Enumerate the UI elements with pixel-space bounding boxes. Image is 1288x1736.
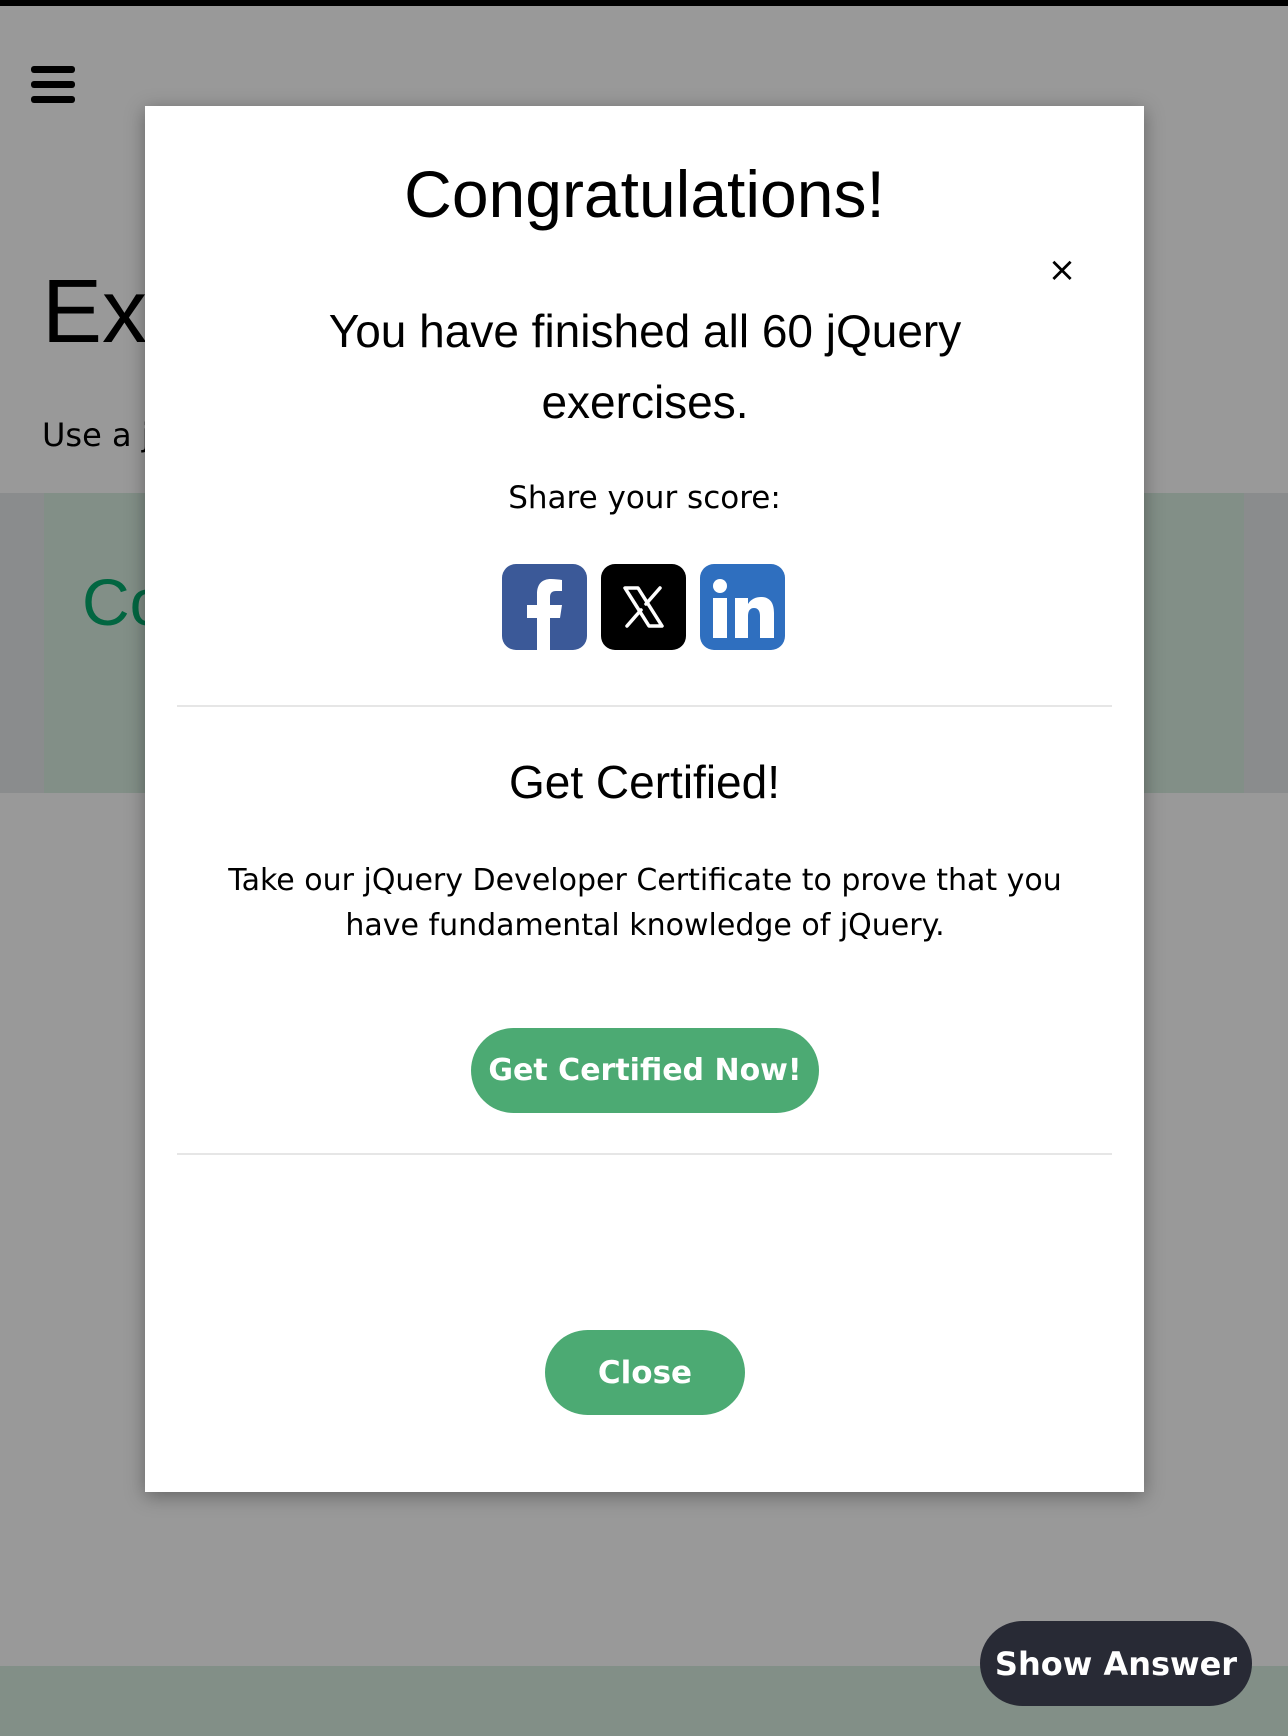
x-twitter-icon[interactable] <box>601 564 686 650</box>
divider <box>177 705 1112 707</box>
close-x-icon[interactable]: × <box>1042 250 1082 290</box>
congratulations-modal: Congratulations! × You have finished all… <box>145 106 1144 1492</box>
share-label: Share your score: <box>508 480 781 516</box>
divider <box>177 1153 1112 1155</box>
certificate-title: Get Certified! <box>509 756 780 808</box>
facebook-icon[interactable] <box>502 564 587 650</box>
linkedin-icon[interactable] <box>700 564 785 650</box>
share-buttons <box>502 564 785 652</box>
get-certified-button[interactable]: Get Certified Now! <box>471 1028 819 1113</box>
certificate-description: Take our jQuery Developer Certificate to… <box>228 863 1062 943</box>
completion-message: You have finished all 60 jQuery exercise… <box>328 305 962 428</box>
close-button[interactable]: Close <box>545 1330 745 1415</box>
modal-title: Congratulations! <box>404 157 885 231</box>
show-answer-button[interactable]: Show Answer <box>980 1621 1252 1706</box>
